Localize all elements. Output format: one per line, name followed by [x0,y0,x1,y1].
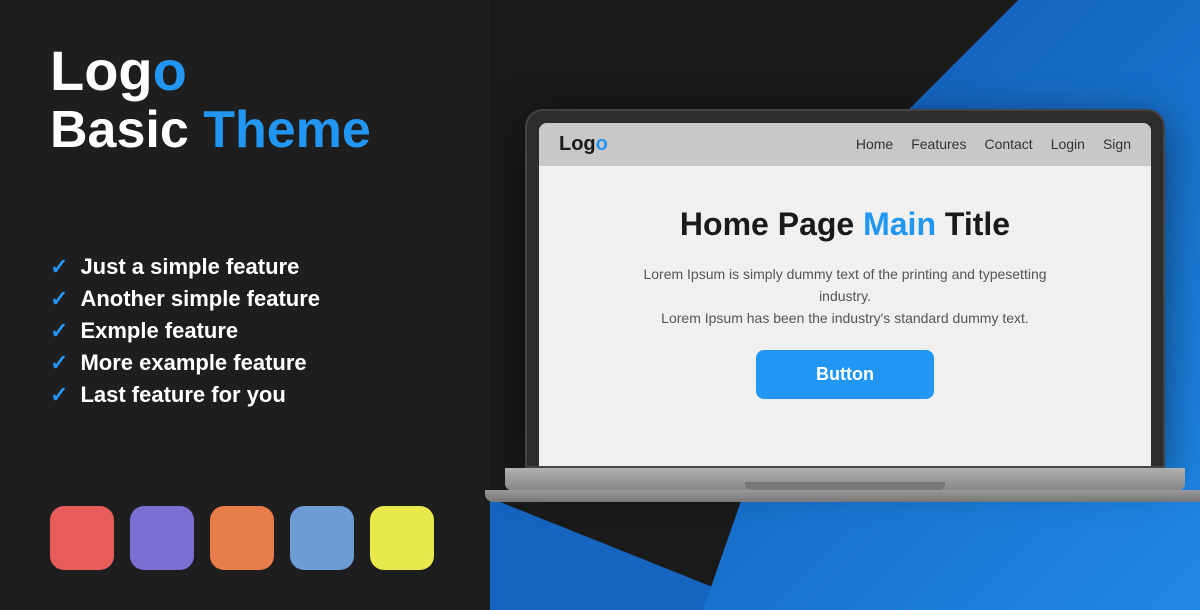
purple-swatch[interactable] [130,506,194,570]
page-title-end: Title [936,206,1010,242]
nav-link-features[interactable]: Features [911,136,966,152]
features-list: ✓ Just a simple feature ✓ Another simple… [50,177,440,486]
page-title-blue: Main [863,206,936,242]
feature-item-2: ✓ Another simple feature [50,286,440,312]
logo-title: Logo [50,40,440,102]
check-icon-3: ✓ [50,318,68,344]
feature-item-4: ✓ More example feature [50,350,440,376]
blue-swatch[interactable] [290,506,354,570]
browser-nav-links: Home Features Contact Login Sign [856,136,1131,152]
laptop-foot [485,490,1200,502]
feature-item-5: ✓ Last feature for you [50,382,440,408]
browser-content: Home Page Main Title Lorem Ipsum is simp… [539,166,1151,466]
subtitle-blue: Theme [203,101,371,159]
browser-navbar: Logo Home Features Contact Login Sign [539,123,1151,166]
page-title: Home Page Main Title [680,206,1010,243]
feature-item-1: ✓ Just a simple feature [50,254,440,280]
feature-item-3: ✓ Exmple feature [50,318,440,344]
subtitle-plain: Basic [50,101,203,159]
red-swatch[interactable] [50,506,114,570]
browser-logo: Logo [559,133,608,156]
feature-text-2: Another simple feature [80,286,320,312]
check-icon-1: ✓ [50,254,68,280]
feature-text-4: More example feature [80,350,306,376]
orange-swatch[interactable] [210,506,274,570]
page-description: Lorem Ipsum is simply dummy text of the … [635,263,1055,330]
laptop-screen-outer: Logo Home Features Contact Login Sign Ho… [525,109,1165,468]
feature-text-1: Just a simple feature [80,254,299,280]
feature-text-5: Last feature for you [80,382,285,408]
laptop-base [505,468,1185,490]
page-title-plain: Home Page [680,206,863,242]
logo-section: Logo Basic Theme [50,40,440,159]
laptop-screen-inner: Logo Home Features Contact Login Sign Ho… [539,123,1151,466]
browser-logo-blue: o [596,133,608,155]
right-panel: Logo Home Features Contact Login Sign Ho… [490,0,1200,610]
check-icon-2: ✓ [50,286,68,312]
color-swatches [50,506,440,570]
laptop-mockup: Logo Home Features Contact Login Sign Ho… [515,109,1175,502]
check-icon-4: ✓ [50,350,68,376]
page-desc-line2: Lorem Ipsum has been the industry's stan… [661,310,1029,326]
page-cta-button[interactable]: Button [756,350,934,399]
nav-link-home[interactable]: Home [856,136,893,152]
nav-link-sign[interactable]: Sign [1103,136,1131,152]
check-icon-5: ✓ [50,382,68,408]
yellow-swatch[interactable] [370,506,434,570]
subtitle: Basic Theme [50,102,440,159]
page-desc-line1: Lorem Ipsum is simply dummy text of the … [643,266,1046,304]
nav-link-login[interactable]: Login [1051,136,1085,152]
nav-link-contact[interactable]: Contact [984,136,1032,152]
left-panel: Logo Basic Theme ✓ Just a simple feature… [0,0,490,610]
feature-text-3: Exmple feature [80,318,238,344]
